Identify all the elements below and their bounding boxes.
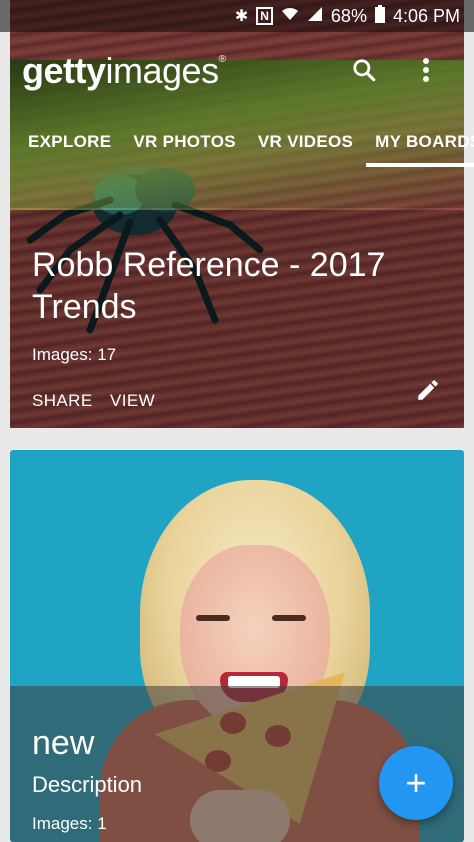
tab-bar: EXPLORE VR PHOTOS VR VIDEOS MY BOARDS — [10, 118, 474, 167]
search-icon — [353, 59, 376, 82]
gettyimages-logo: gettyimages® — [22, 50, 226, 91]
tab-my-boards[interactable]: MY BOARDS — [364, 118, 474, 167]
board-card[interactable]: Robb Reference - 2017 Trends Images: 17 … — [10, 210, 464, 428]
battery-icon — [374, 4, 385, 28]
tab-vr-photos[interactable]: VR PHOTOS — [122, 118, 247, 166]
tab-explore[interactable]: EXPLORE — [10, 118, 122, 166]
board-image-count: Images: 1 — [32, 814, 107, 833]
pencil-icon — [418, 380, 438, 400]
board-title: new — [32, 724, 95, 762]
clock: 4:06 PM — [392, 5, 460, 26]
board-image-count: Images: 17 — [32, 345, 117, 364]
nfc-icon: N — [256, 7, 273, 25]
board-description: Description — [32, 772, 143, 797]
add-board-fab[interactable]: + — [379, 746, 453, 820]
search-button[interactable] — [346, 52, 382, 88]
share-button[interactable]: SHARE — [32, 391, 93, 411]
more-vert-icon — [423, 58, 429, 82]
bluetooth-icon: ✱ — [234, 8, 249, 25]
tab-vr-videos[interactable]: VR VIDEOS — [247, 118, 364, 166]
screen: ✱ N 68% 4:06 PM gettyimages® EXPLORE VR … — [0, 0, 474, 842]
battery-percent: 68% — [330, 5, 367, 26]
overflow-menu-button[interactable] — [408, 52, 444, 88]
signal-icon — [307, 6, 323, 27]
view-button[interactable]: VIEW — [110, 391, 155, 411]
board-title: Robb Reference - 2017 Trends — [32, 246, 386, 326]
plus-icon: + — [405, 762, 427, 803]
wifi-icon — [281, 6, 299, 27]
status-bar: ✱ N 68% 4:06 PM — [0, 0, 474, 32]
app-header: gettyimages® EXPLORE VR PHOTOS VR VIDEOS… — [10, 32, 474, 208]
edit-board-button[interactable] — [412, 374, 444, 406]
